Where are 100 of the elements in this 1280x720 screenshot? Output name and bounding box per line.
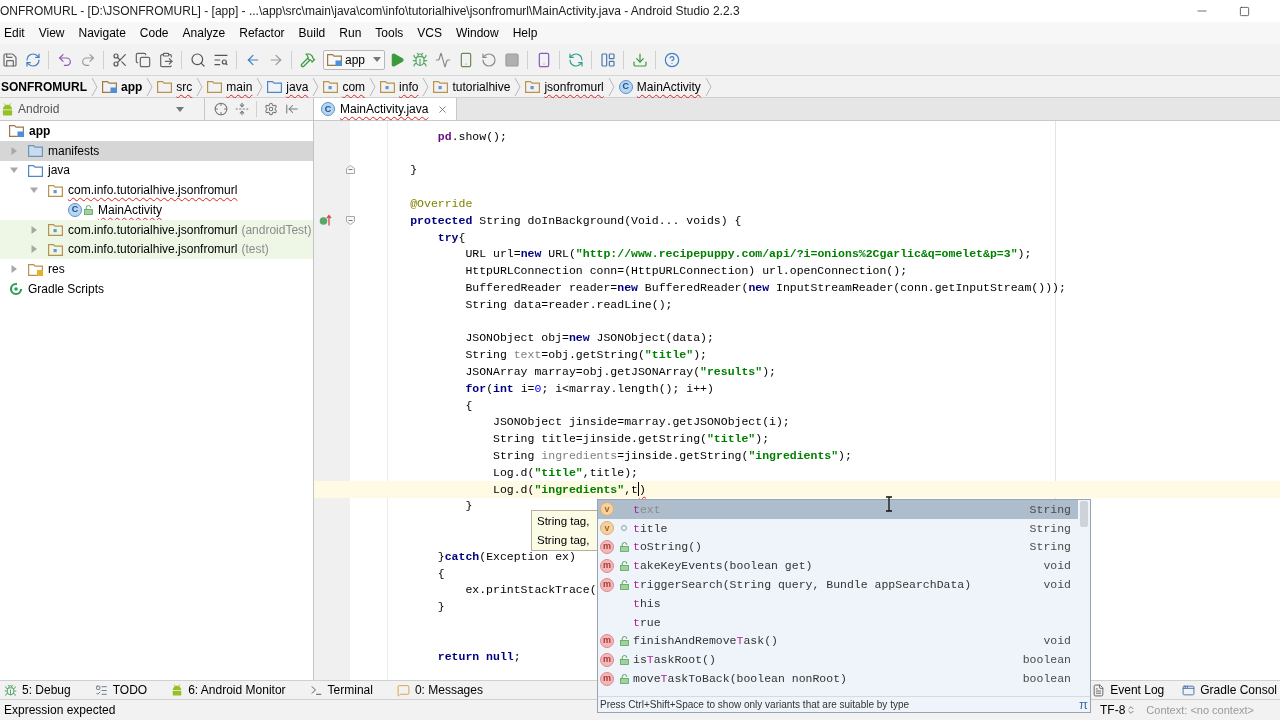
scrollbar-thumb[interactable]: [1080, 501, 1088, 527]
collapse-icon[interactable]: [235, 102, 249, 116]
breadcrumb[interactable]: jsonfromurl: [521, 76, 608, 97]
folder-icon: [48, 223, 63, 237]
menu-item[interactable]: Navigate: [71, 24, 133, 42]
bug-icon[interactable]: [411, 51, 428, 68]
tool-window-button[interactable]: 0: Messages: [393, 680, 486, 700]
settings-icon[interactable]: [264, 102, 278, 116]
code-line: }: [410, 162, 418, 179]
tree-item[interactable]: res: [0, 259, 313, 279]
tool-window-button[interactable]: Terminal: [306, 680, 376, 700]
rotate-icon[interactable]: [480, 51, 497, 68]
editor-tab[interactable]: C MainActivity.java: [314, 98, 458, 120]
completion-item[interactable]: m triggerSearch(String query, Bundle appSearchData) void: [598, 575, 1078, 594]
help-icon[interactable]: [663, 51, 680, 68]
code-line: JSONObject jinside=marray.getJSONObject(i);: [493, 414, 790, 431]
breadcrumb[interactable]: src: [153, 76, 197, 97]
breadcrumb[interactable]: java: [263, 76, 313, 97]
code-line: pd.show();: [437, 128, 507, 145]
breadcrumb[interactable]: com: [319, 76, 370, 97]
fold-marker-icon[interactable]: [345, 165, 355, 175]
breadcrumb[interactable]: C MainActivity: [614, 76, 705, 97]
menu-item[interactable]: Run: [332, 24, 369, 42]
search-icon[interactable]: [189, 51, 206, 68]
code-line: {: [437, 565, 445, 582]
menu-item[interactable]: Code: [132, 24, 176, 42]
download-icon[interactable]: [631, 51, 648, 68]
completion-item[interactable]: m isTaskRoot() boolean: [598, 650, 1078, 670]
folder-icon: [48, 242, 63, 256]
menu-item[interactable]: VCS: [410, 24, 449, 42]
completion-item[interactable]: true: [598, 612, 1078, 632]
breadcrumb[interactable]: info: [376, 76, 423, 97]
sync-icon[interactable]: [24, 51, 41, 68]
breadcrumb[interactable]: app: [98, 76, 147, 97]
menu-item[interactable]: Build: [291, 24, 333, 42]
close-icon[interactable]: [437, 103, 449, 115]
code-line: {: [465, 397, 473, 414]
menu-item[interactable]: Help: [505, 24, 545, 42]
tool-window-button[interactable]: Event Log: [1089, 680, 1168, 700]
stop-icon[interactable]: [503, 51, 520, 68]
robot-icon: [171, 684, 184, 696]
tree-item[interactable]: app: [0, 121, 313, 141]
menu-item[interactable]: Tools: [368, 24, 411, 42]
tree-item[interactable]: Gradle Scripts: [0, 279, 313, 299]
breadcrumb[interactable]: main: [203, 76, 257, 97]
method-icon: m: [600, 652, 614, 667]
caret-right-icon[interactable]: [30, 225, 38, 234]
tree-item[interactable]: C MainActivity: [0, 200, 313, 220]
scissors-icon[interactable]: [111, 51, 128, 68]
menu-item[interactable]: Window: [449, 24, 506, 42]
fold-marker-icon[interactable]: [345, 215, 355, 225]
caret-down-icon[interactable]: [10, 166, 18, 175]
window-icon: [1182, 683, 1196, 697]
tool-window-button[interactable]: TODO: [91, 680, 151, 700]
hammer-icon[interactable]: [299, 51, 316, 68]
paste-icon[interactable]: [157, 51, 174, 68]
class-icon: C: [321, 102, 335, 116]
maximize-icon[interactable]: [1239, 5, 1250, 17]
pulse-icon[interactable]: [434, 51, 451, 68]
menu-item[interactable]: Refactor: [232, 24, 292, 42]
completion-item[interactable]: v text String: [598, 500, 1078, 519]
folder-icon: [323, 80, 339, 93]
circle-up-arrow-icon[interactable]: [319, 214, 332, 227]
copy-icon[interactable]: [134, 51, 151, 68]
completion-item[interactable]: this: [598, 594, 1078, 613]
encoding-selector[interactable]: TF-8: [1100, 701, 1137, 719]
tool-window-button[interactable]: 5: Debug: [1, 680, 74, 700]
tool-window-button[interactable]: 6: Android Monitor: [168, 680, 289, 700]
caret-down-icon[interactable]: [30, 186, 38, 195]
undo-icon[interactable]: [56, 51, 73, 68]
redo-icon[interactable]: [79, 51, 96, 68]
run-config-selector[interactable]: app: [323, 49, 385, 70]
caret-right-icon[interactable]: [30, 245, 38, 254]
completion-item[interactable]: m moveTaskToBack(boolean nonRoot) boolean: [598, 669, 1078, 688]
menu-item[interactable]: Edit: [0, 24, 32, 42]
completion-item[interactable]: m takeKeyEvents(boolean get) void: [598, 556, 1078, 576]
tree-item[interactable]: manifests: [0, 140, 313, 161]
breadcrumb[interactable]: tutorialhive: [429, 76, 515, 97]
tree-item[interactable]: java: [0, 160, 313, 181]
completion-item[interactable]: v title String: [598, 518, 1078, 538]
window-title: ONFROMURL - [D:\JSONFROMURL] - [app] - ...\app\src\main\java\com\info\tutorialhive\jsonfromurl\MainActivity.java - Android Studio 2.2.3: [0, 3, 740, 20]
completion-item[interactable]: m toString() String: [598, 537, 1078, 557]
tree-item[interactable]: com.info.tutorialhive.jsonfromurl: [0, 180, 313, 200]
breadcrumb[interactable]: SONFROMURL: [0, 76, 91, 97]
menu-item[interactable]: Analyze: [175, 24, 233, 42]
pi-toggle[interactable]: π: [1079, 698, 1090, 711]
lock-icon: [84, 204, 93, 215]
tool-window-button[interactable]: Gradle Consol: [1179, 680, 1280, 700]
caret-right-icon[interactable]: [10, 265, 18, 274]
menu-item[interactable]: View: [31, 24, 72, 42]
tree-item[interactable]: com.info.tutorialhive.jsonfromurl (test): [0, 239, 313, 260]
completion-item[interactable]: m finishAndRemoveTask() void: [598, 631, 1078, 651]
caret-right-icon[interactable]: [10, 146, 18, 155]
refresh-icon[interactable]: [567, 51, 584, 68]
tree-item[interactable]: com.info.tutorialhive.jsonfromurl (androidTest): [0, 219, 313, 240]
crosshair-icon[interactable]: [214, 102, 228, 116]
save-icon[interactable]: [1, 51, 18, 68]
code-line: JSONObject obj=new JSONObject(data);: [465, 330, 714, 347]
arrow-to-line-icon[interactable]: [285, 102, 299, 116]
layout-icon[interactable]: [599, 51, 616, 68]
